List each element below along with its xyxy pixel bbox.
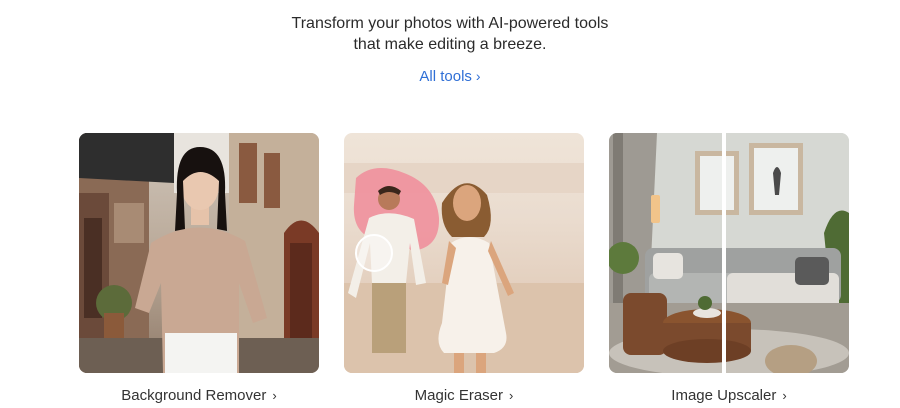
all-tools-label: All tools — [419, 68, 472, 85]
chevron-right-icon: › — [272, 388, 277, 403]
background-remover-card[interactable] — [79, 133, 319, 373]
background-remover-label: Background Remover — [121, 387, 267, 404]
chevron-right-icon: › — [509, 388, 514, 403]
chevron-right-icon: › — [475, 68, 481, 84]
woman-on-street-photo — [79, 133, 319, 373]
image-upscaler-card[interactable] — [609, 133, 849, 373]
magic-eraser-link[interactable]: Magic Eraser › — [344, 386, 584, 406]
hero-line-1: Transform your photos with AI-powered to… — [291, 15, 609, 32]
magic-eraser-label: Magic Eraser — [414, 387, 503, 404]
hero-headline: Transform your photos with AI-powered to… — [0, 13, 900, 55]
couple-on-beach-photo — [344, 163, 584, 373]
chevron-right-icon: › — [782, 388, 787, 403]
background-remover-link[interactable]: Background Remover › — [79, 386, 319, 406]
image-upscaler-link[interactable]: Image Upscaler › — [609, 386, 849, 406]
image-upscaler-label: Image Upscaler — [671, 387, 777, 404]
living-room-split-photo — [609, 133, 849, 373]
magic-eraser-card[interactable] — [344, 133, 584, 373]
all-tools-link[interactable]: All tools › — [0, 66, 900, 87]
hero-line-2: that make editing a breeze. — [353, 36, 547, 53]
